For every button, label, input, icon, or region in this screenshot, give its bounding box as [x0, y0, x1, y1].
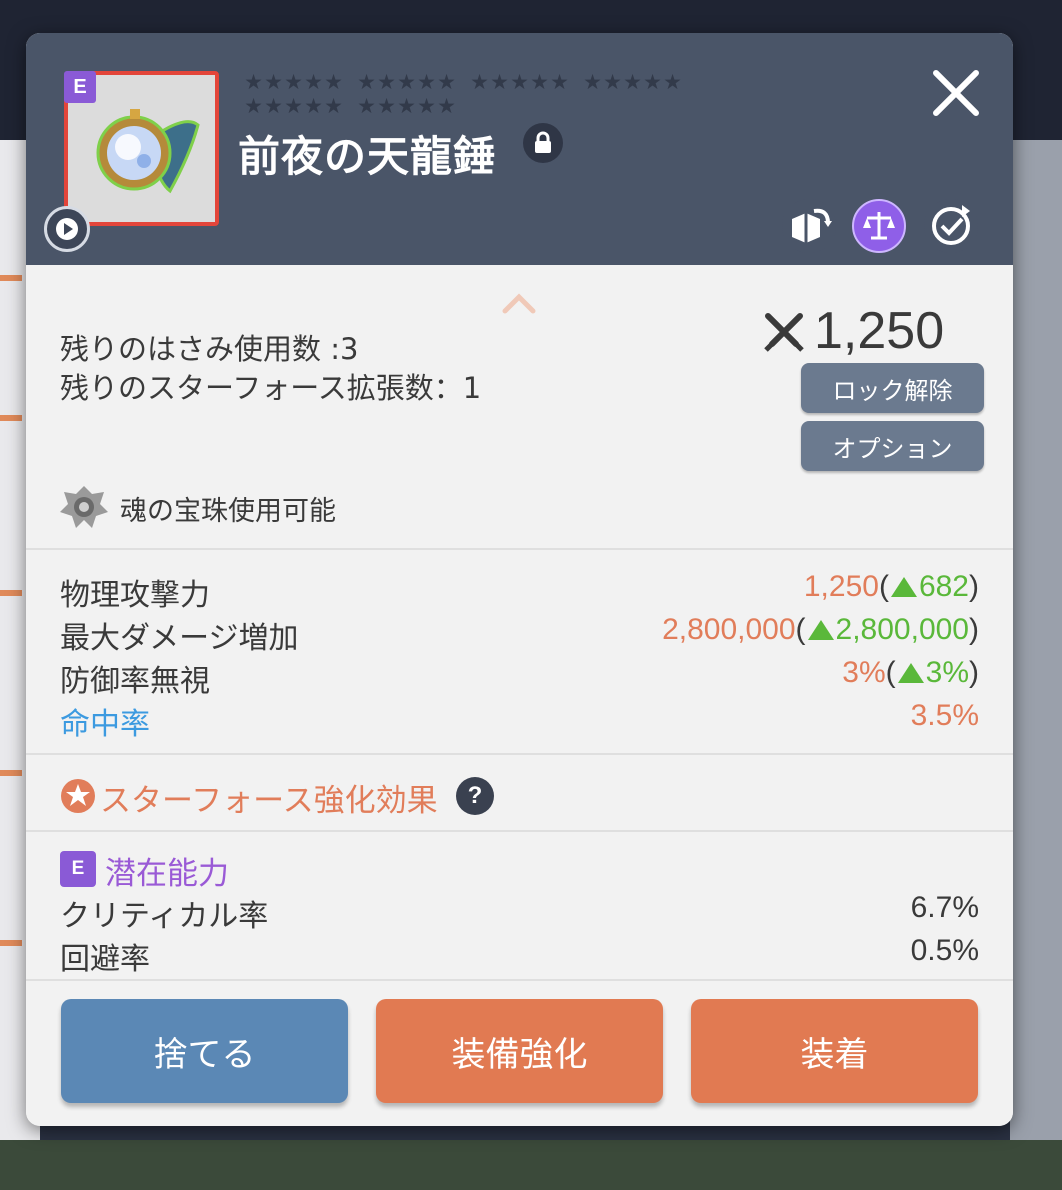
- soul-orb-icon: [58, 482, 110, 532]
- swords-icon: [762, 310, 806, 354]
- star-icon: ★: [623, 70, 642, 94]
- star-icon: ★: [284, 94, 303, 118]
- star-icon: ★: [583, 70, 602, 94]
- scissors-remaining: 残りのはさみ使用数 :3: [60, 332, 359, 366]
- potential-title: 潜在能力: [105, 856, 229, 892]
- discard-button[interactable]: 捨てる: [61, 999, 348, 1103]
- potential-value: 6.7%: [910, 891, 979, 924]
- star-icon: ★: [417, 70, 436, 94]
- increase-arrow-icon: [890, 576, 917, 597]
- enhance-button[interactable]: 装備強化: [376, 999, 663, 1103]
- equip-button[interactable]: 装着: [691, 999, 978, 1103]
- star-icon: ★: [377, 70, 396, 94]
- attack-power-value: 1,250: [814, 302, 945, 360]
- lock-icon: [523, 123, 563, 163]
- starforce-extension-remaining: 残りのスターフォース拡張数：1: [60, 371, 482, 405]
- star-icon: ★: [437, 70, 456, 94]
- background-bottom: [0, 1140, 1062, 1190]
- star-icon: ★: [284, 70, 303, 94]
- star-icon: ★: [244, 94, 263, 118]
- item-detail-dialog: E ★ ★ ★ ★ ★ ★ ★ ★ ★ ★ ★ ★ ★ ★ ★ ★ ★ ★ ★ ★ ★ ★ ★ ★ ★ ★ ★ ★ ★ ★ 前夜の天龍錘…: [26, 33, 1013, 1126]
- starforce-effect-title[interactable]: スターフォース強化効果: [100, 775, 438, 820]
- star-icon: ★: [244, 70, 263, 94]
- star-icon: ★: [550, 70, 569, 94]
- background-strip: [0, 940, 22, 946]
- star-icon: ★: [264, 70, 283, 94]
- stat-label: 物理攻撃力: [60, 578, 210, 613]
- background-strip: [0, 415, 22, 421]
- star-icon: ★: [324, 70, 343, 94]
- star-icon: ★: [417, 94, 436, 118]
- star-icon: ★: [304, 70, 323, 94]
- stat-value: 3%(3%): [842, 656, 979, 689]
- potential-label: クリティカル率: [60, 899, 269, 934]
- stat-label: 命中率: [60, 707, 150, 742]
- stat-value: 3.5%: [910, 699, 979, 732]
- box-transfer-icon[interactable]: [782, 199, 836, 253]
- help-icon[interactable]: ?: [456, 777, 494, 815]
- star-icon: ★: [397, 70, 416, 94]
- star-icon: ★: [357, 70, 376, 94]
- option-button[interactable]: オプション: [801, 421, 984, 471]
- star-icon: ★: [490, 70, 509, 94]
- star-icon: ★: [603, 70, 622, 94]
- divider: [26, 753, 1013, 755]
- item-name: 前夜の天龍錘: [238, 132, 497, 181]
- stat-label: 防御率無視: [60, 664, 210, 699]
- star-icon: ★: [530, 70, 549, 94]
- star-icon: ★: [357, 94, 376, 118]
- dialog-header: E ★ ★ ★ ★ ★ ★ ★ ★ ★ ★ ★ ★ ★ ★ ★ ★ ★ ★ ★ ★ ★ ★ ★ ★ ★ ★ ★ ★ ★ ★ 前夜の天龍錘: [26, 33, 1013, 265]
- hammer-item-icon: [86, 95, 206, 205]
- divider: [26, 548, 1013, 550]
- soul-orb-text: 魂の宝珠使用可能: [120, 496, 336, 527]
- star-group: ★ ★ ★ ★ ★: [357, 71, 456, 95]
- star-group: ★ ★ ★ ★ ★: [470, 71, 569, 95]
- stat-label: 最大ダメージ増加: [60, 621, 299, 656]
- scale-icon[interactable]: [852, 199, 906, 253]
- star-icon: ★: [643, 70, 662, 94]
- chevron-up-icon[interactable]: [501, 291, 537, 315]
- increase-arrow-icon: [807, 619, 834, 640]
- star-icon: ★: [264, 94, 283, 118]
- star-icon: ★: [324, 94, 343, 118]
- star-icon: ★: [510, 70, 529, 94]
- star-icon: ★: [437, 94, 456, 118]
- background-strip: [0, 590, 22, 596]
- star-icon: ★: [663, 70, 682, 94]
- background-strip: [0, 770, 22, 776]
- stat-value: 1,250(682): [803, 570, 979, 603]
- star-group: ★ ★ ★ ★ ★: [357, 95, 456, 119]
- star-group: ★ ★ ★ ★ ★: [244, 95, 343, 119]
- divider: [26, 830, 1013, 832]
- potential-rank-badge: E: [60, 851, 96, 887]
- increase-arrow-icon: [897, 662, 924, 683]
- star-icon: ★: [304, 94, 323, 118]
- unlock-button[interactable]: ロック解除: [801, 363, 984, 413]
- potential-value: 0.5%: [910, 934, 979, 967]
- star-force-stars: ★ ★ ★ ★ ★ ★ ★ ★ ★ ★ ★ ★ ★ ★ ★ ★ ★ ★ ★ ★ ★ ★ ★ ★ ★ ★ ★ ★ ★ ★: [244, 71, 784, 119]
- background-strip: [0, 275, 22, 281]
- star-icon: ★: [377, 94, 396, 118]
- background-right-panel: [1010, 140, 1062, 1140]
- divider: [26, 979, 1013, 981]
- potential-label: 回避率: [60, 942, 150, 977]
- star-group: ★ ★ ★ ★ ★: [583, 71, 682, 95]
- sync-icon[interactable]: [924, 199, 978, 253]
- stat-value: 2,800,000(2,800,000): [662, 613, 979, 646]
- star-group: ★ ★ ★ ★ ★: [244, 71, 343, 95]
- item-rank-badge: E: [64, 71, 96, 103]
- star-icon: ★: [470, 70, 489, 94]
- play-icon[interactable]: [44, 206, 90, 252]
- star-icon: [60, 778, 96, 814]
- star-icon: ★: [397, 94, 416, 118]
- close-icon[interactable]: [928, 65, 984, 121]
